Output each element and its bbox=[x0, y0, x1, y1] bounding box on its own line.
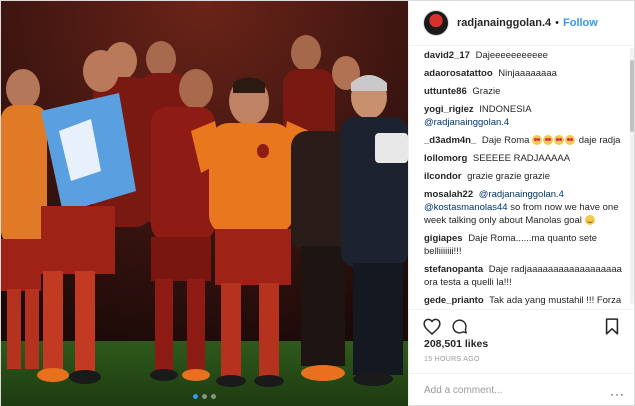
post-header: radjanainggolan.4 • Follow bbox=[409, 1, 635, 46]
comment-item: _d3adm4n_ Daje Roma daje radja bbox=[424, 134, 625, 147]
comment-mention[interactable]: @radjanainggolan.4 bbox=[424, 117, 509, 128]
comment-text-after: daje radja bbox=[578, 135, 621, 146]
instagram-post: radjanainggolan.4 • Follow david2_17 Daj… bbox=[0, 0, 635, 406]
comment-username[interactable]: gede_prianto bbox=[424, 295, 484, 306]
comments-list[interactable]: david2_17 Dajeeeeeeeeeee adaorosatattoo … bbox=[409, 46, 631, 308]
comment-username[interactable]: ilcondor bbox=[424, 171, 461, 182]
carousel-dots bbox=[1, 394, 408, 400]
comment-icon[interactable] bbox=[451, 318, 468, 340]
more-options-icon[interactable]: ··· bbox=[610, 387, 625, 401]
comment-text: Daje Roma bbox=[481, 135, 530, 146]
likes-count[interactable]: 208,501 likes bbox=[424, 338, 488, 350]
comment-text: grazie grazie grazie bbox=[467, 171, 551, 182]
carousel-dot[interactable] bbox=[202, 394, 207, 399]
smile-emoji-icon bbox=[584, 215, 595, 225]
comment-username[interactable]: _d3adm4n_ bbox=[424, 135, 476, 146]
comment-item: david2_17 Dajeeeeeeeeeee bbox=[424, 49, 625, 62]
comment-text: INDONESIA bbox=[479, 104, 532, 115]
team-celebration-photo bbox=[1, 1, 408, 406]
bookmark-icon[interactable] bbox=[605, 318, 619, 340]
add-comment-input[interactable] bbox=[424, 385, 604, 396]
comment-item: lollomorg SEEEEE RADJAAAAA bbox=[424, 152, 625, 165]
post-timestamp[interactable]: 15 HOURS AGO bbox=[424, 356, 480, 363]
scrollbar-thumb[interactable] bbox=[630, 60, 634, 132]
comment-username[interactable]: lollomorg bbox=[424, 153, 467, 164]
separator-dot: • bbox=[555, 17, 559, 29]
comment-item: mosalah22 @radjanainggolan.4 @kostasmano… bbox=[424, 188, 625, 227]
heart-eyes-emoji-icon bbox=[565, 135, 576, 145]
comment-item: uttunte86 Grazie bbox=[424, 85, 625, 98]
comment-item: gede_prianto Tak ada yang mustahil !!! F… bbox=[424, 294, 625, 308]
carousel-dot[interactable] bbox=[193, 394, 198, 399]
heart-icon[interactable] bbox=[423, 318, 441, 340]
comment-username[interactable]: gigiapes bbox=[424, 233, 463, 244]
comment-text: Ninjaaaaaaaa bbox=[498, 68, 557, 79]
comment-username[interactable]: yogi_rigiez bbox=[424, 104, 474, 115]
comment-item: ilcondor grazie grazie grazie bbox=[424, 170, 625, 183]
comment-text: Grazie bbox=[472, 86, 501, 97]
post-photo[interactable] bbox=[1, 1, 408, 406]
comment-username[interactable]: stefanopanta bbox=[424, 264, 483, 275]
comment-item: gigiapes Daje Roma......ma quanto sete b… bbox=[424, 232, 625, 258]
heart-eyes-emoji-icon bbox=[543, 135, 554, 145]
comments-scrollbar[interactable] bbox=[630, 48, 634, 304]
username-link[interactable]: radjanainggolan.4 bbox=[457, 17, 551, 29]
comment-text: SEEEEE RADJAAAAA bbox=[472, 153, 571, 164]
carousel-dot[interactable] bbox=[211, 394, 216, 399]
comment-username[interactable]: adaorosatattoo bbox=[424, 68, 493, 79]
comment-item: adaorosatattoo Ninjaaaaaaaa bbox=[424, 67, 625, 80]
comment-item: yogi_rigiez INDONESIA @radjanainggolan.4 bbox=[424, 103, 625, 129]
follow-button[interactable]: Follow bbox=[563, 17, 598, 29]
comment-username[interactable]: uttunte86 bbox=[424, 86, 467, 97]
heart-eyes-emoji-icon bbox=[554, 135, 565, 145]
post-side-panel: radjanainggolan.4 • Follow david2_17 Daj… bbox=[408, 1, 635, 406]
comment-username[interactable]: mosalah22 bbox=[424, 189, 473, 200]
comment-username[interactable]: david2_17 bbox=[424, 50, 470, 61]
comment-mention[interactable]: @radjanainggolan.4 bbox=[479, 189, 564, 200]
comment-text: Dajeeeeeeeeeee bbox=[475, 50, 548, 61]
add-comment-bar: ··· bbox=[409, 373, 635, 406]
heart-eyes-emoji-icon bbox=[532, 135, 543, 145]
comment-item: stefanopanta Daje radjaaaaaaaaaaaaaaaaaa… bbox=[424, 263, 625, 289]
avatar[interactable] bbox=[423, 10, 449, 36]
comment-mention[interactable]: @kostasmanolas44 bbox=[424, 202, 508, 213]
